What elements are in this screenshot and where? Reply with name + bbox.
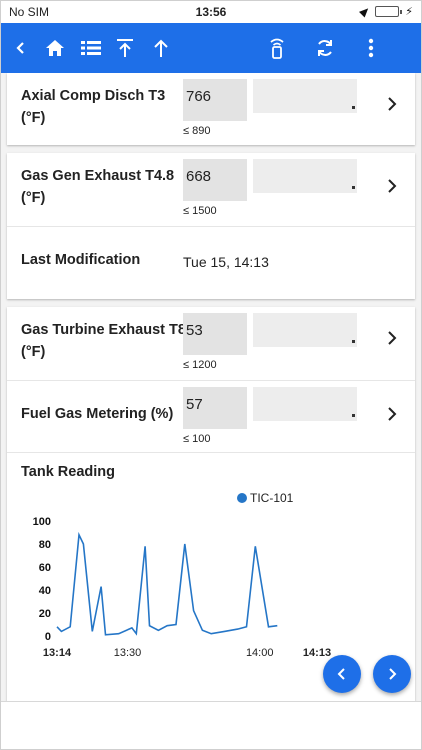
card-gas-gen: Gas Gen Exhaust T4.8 (°F) 668 ≤ 1500 Las… — [7, 153, 415, 299]
metric-limit: ≤ 1200 — [183, 359, 217, 371]
bottom-bar — [1, 701, 421, 749]
x-tick-label: 14:13 — [303, 647, 331, 659]
metric-limit: ≤ 1500 — [183, 205, 217, 217]
sparkline-box — [253, 313, 357, 347]
list-icon[interactable] — [77, 34, 105, 62]
charging-icon: ⚡ — [405, 6, 413, 18]
y-tick-label: 60 — [39, 562, 51, 574]
metric-label: Gas Turbine Exhaust T8 (°F) — [21, 319, 186, 363]
back-icon[interactable] — [7, 34, 35, 62]
chevron-left-icon — [337, 668, 345, 680]
metric-label-line1: Axial Comp Disch T3 — [21, 88, 166, 104]
metric-value: 57 — [183, 387, 247, 429]
home-icon[interactable] — [41, 34, 69, 62]
clock: 13:56 — [195, 5, 227, 19]
metric-label: Fuel Gas Metering (%) — [21, 406, 174, 422]
y-tick-label: 100 — [33, 516, 51, 528]
metric-label: Gas Gen Exhaust T4.8 (°F) — [21, 165, 174, 209]
y-tick-label: 0 — [45, 631, 51, 643]
y-tick-label: 40 — [39, 585, 51, 597]
sparkline-box — [253, 79, 357, 113]
chevron-right-icon[interactable] — [383, 329, 401, 347]
x-tick-label: 13:30 — [114, 647, 142, 659]
metric-label-unit: (°F) — [21, 344, 46, 360]
content-area: Axial Comp Disch T3 (°F) 766 ≤ 890 Gas G… — [1, 73, 421, 701]
y-tick-label: 80 — [39, 539, 51, 551]
metric-value: 53 — [183, 313, 247, 355]
y-tick-label: 20 — [39, 608, 51, 620]
metric-label-unit: (°F) — [21, 110, 46, 126]
metric-value: 766 — [183, 79, 247, 121]
sparkline-box — [253, 387, 357, 421]
metric-limit: ≤ 100 — [183, 433, 211, 445]
metric-limit: ≤ 890 — [183, 125, 211, 137]
series-line-tic-101 — [56, 531, 278, 636]
beacon-icon[interactable] — [263, 34, 291, 62]
metric-row[interactable]: Gas Turbine Exhaust T8 (°F) 53 ≤ 1200 — [7, 307, 415, 381]
chevron-right-icon[interactable] — [383, 177, 401, 195]
metric-label-line1: Gas Gen Exhaust T4.8 — [21, 168, 175, 184]
top-toolbar — [1, 23, 421, 73]
sparkline-box — [253, 159, 357, 193]
x-tick-label: 14:00 — [246, 647, 274, 659]
metric-label: Axial Comp Disch T3 (°F) — [21, 85, 165, 129]
scroll-top-icon[interactable] — [111, 34, 139, 62]
card-turbine: Gas Turbine Exhaust T8 (°F) 53 ≤ 1200 Fu… — [7, 307, 415, 701]
more-vertical-icon[interactable] — [357, 34, 385, 62]
arrow-up-icon[interactable] — [147, 34, 175, 62]
chevron-right-icon[interactable] — [383, 95, 401, 113]
metric-row[interactable]: Axial Comp Disch T3 (°F) 766 ≤ 890 — [7, 73, 415, 145]
chevron-right-icon — [389, 668, 397, 680]
previous-page-button[interactable] — [323, 655, 361, 693]
location-icon — [359, 5, 372, 18]
metric-label-line1: Gas Turbine Exhaust T8 — [21, 322, 186, 338]
status-bar: No SIM 13:56 ⚡ — [1, 1, 421, 23]
sync-icon[interactable] — [311, 34, 339, 62]
last-modification-label: Last Modification — [21, 252, 141, 268]
last-modification-row: Last Modification Tue 15, 14:13 — [7, 227, 415, 299]
next-page-button[interactable] — [373, 655, 411, 693]
metric-row[interactable]: Gas Gen Exhaust T4.8 (°F) 668 ≤ 1500 — [7, 153, 415, 227]
metric-label-unit: (°F) — [21, 190, 46, 206]
metric-value: 668 — [183, 159, 247, 201]
last-modification-value: Tue 15, 14:13 — [183, 254, 269, 270]
x-tick-label: 13:14 — [43, 647, 72, 659]
battery-icon — [375, 6, 403, 17]
metric-row[interactable]: Fuel Gas Metering (%) 57 ≤ 100 — [7, 381, 415, 453]
card-axial-comp: Axial Comp Disch T3 (°F) 766 ≤ 890 — [7, 73, 415, 145]
chevron-right-icon[interactable] — [383, 405, 401, 423]
status-icons: ⚡ — [359, 5, 413, 18]
app-frame: No SIM 13:56 ⚡ Axial Comp Disch T3 (°F) … — [0, 0, 422, 750]
